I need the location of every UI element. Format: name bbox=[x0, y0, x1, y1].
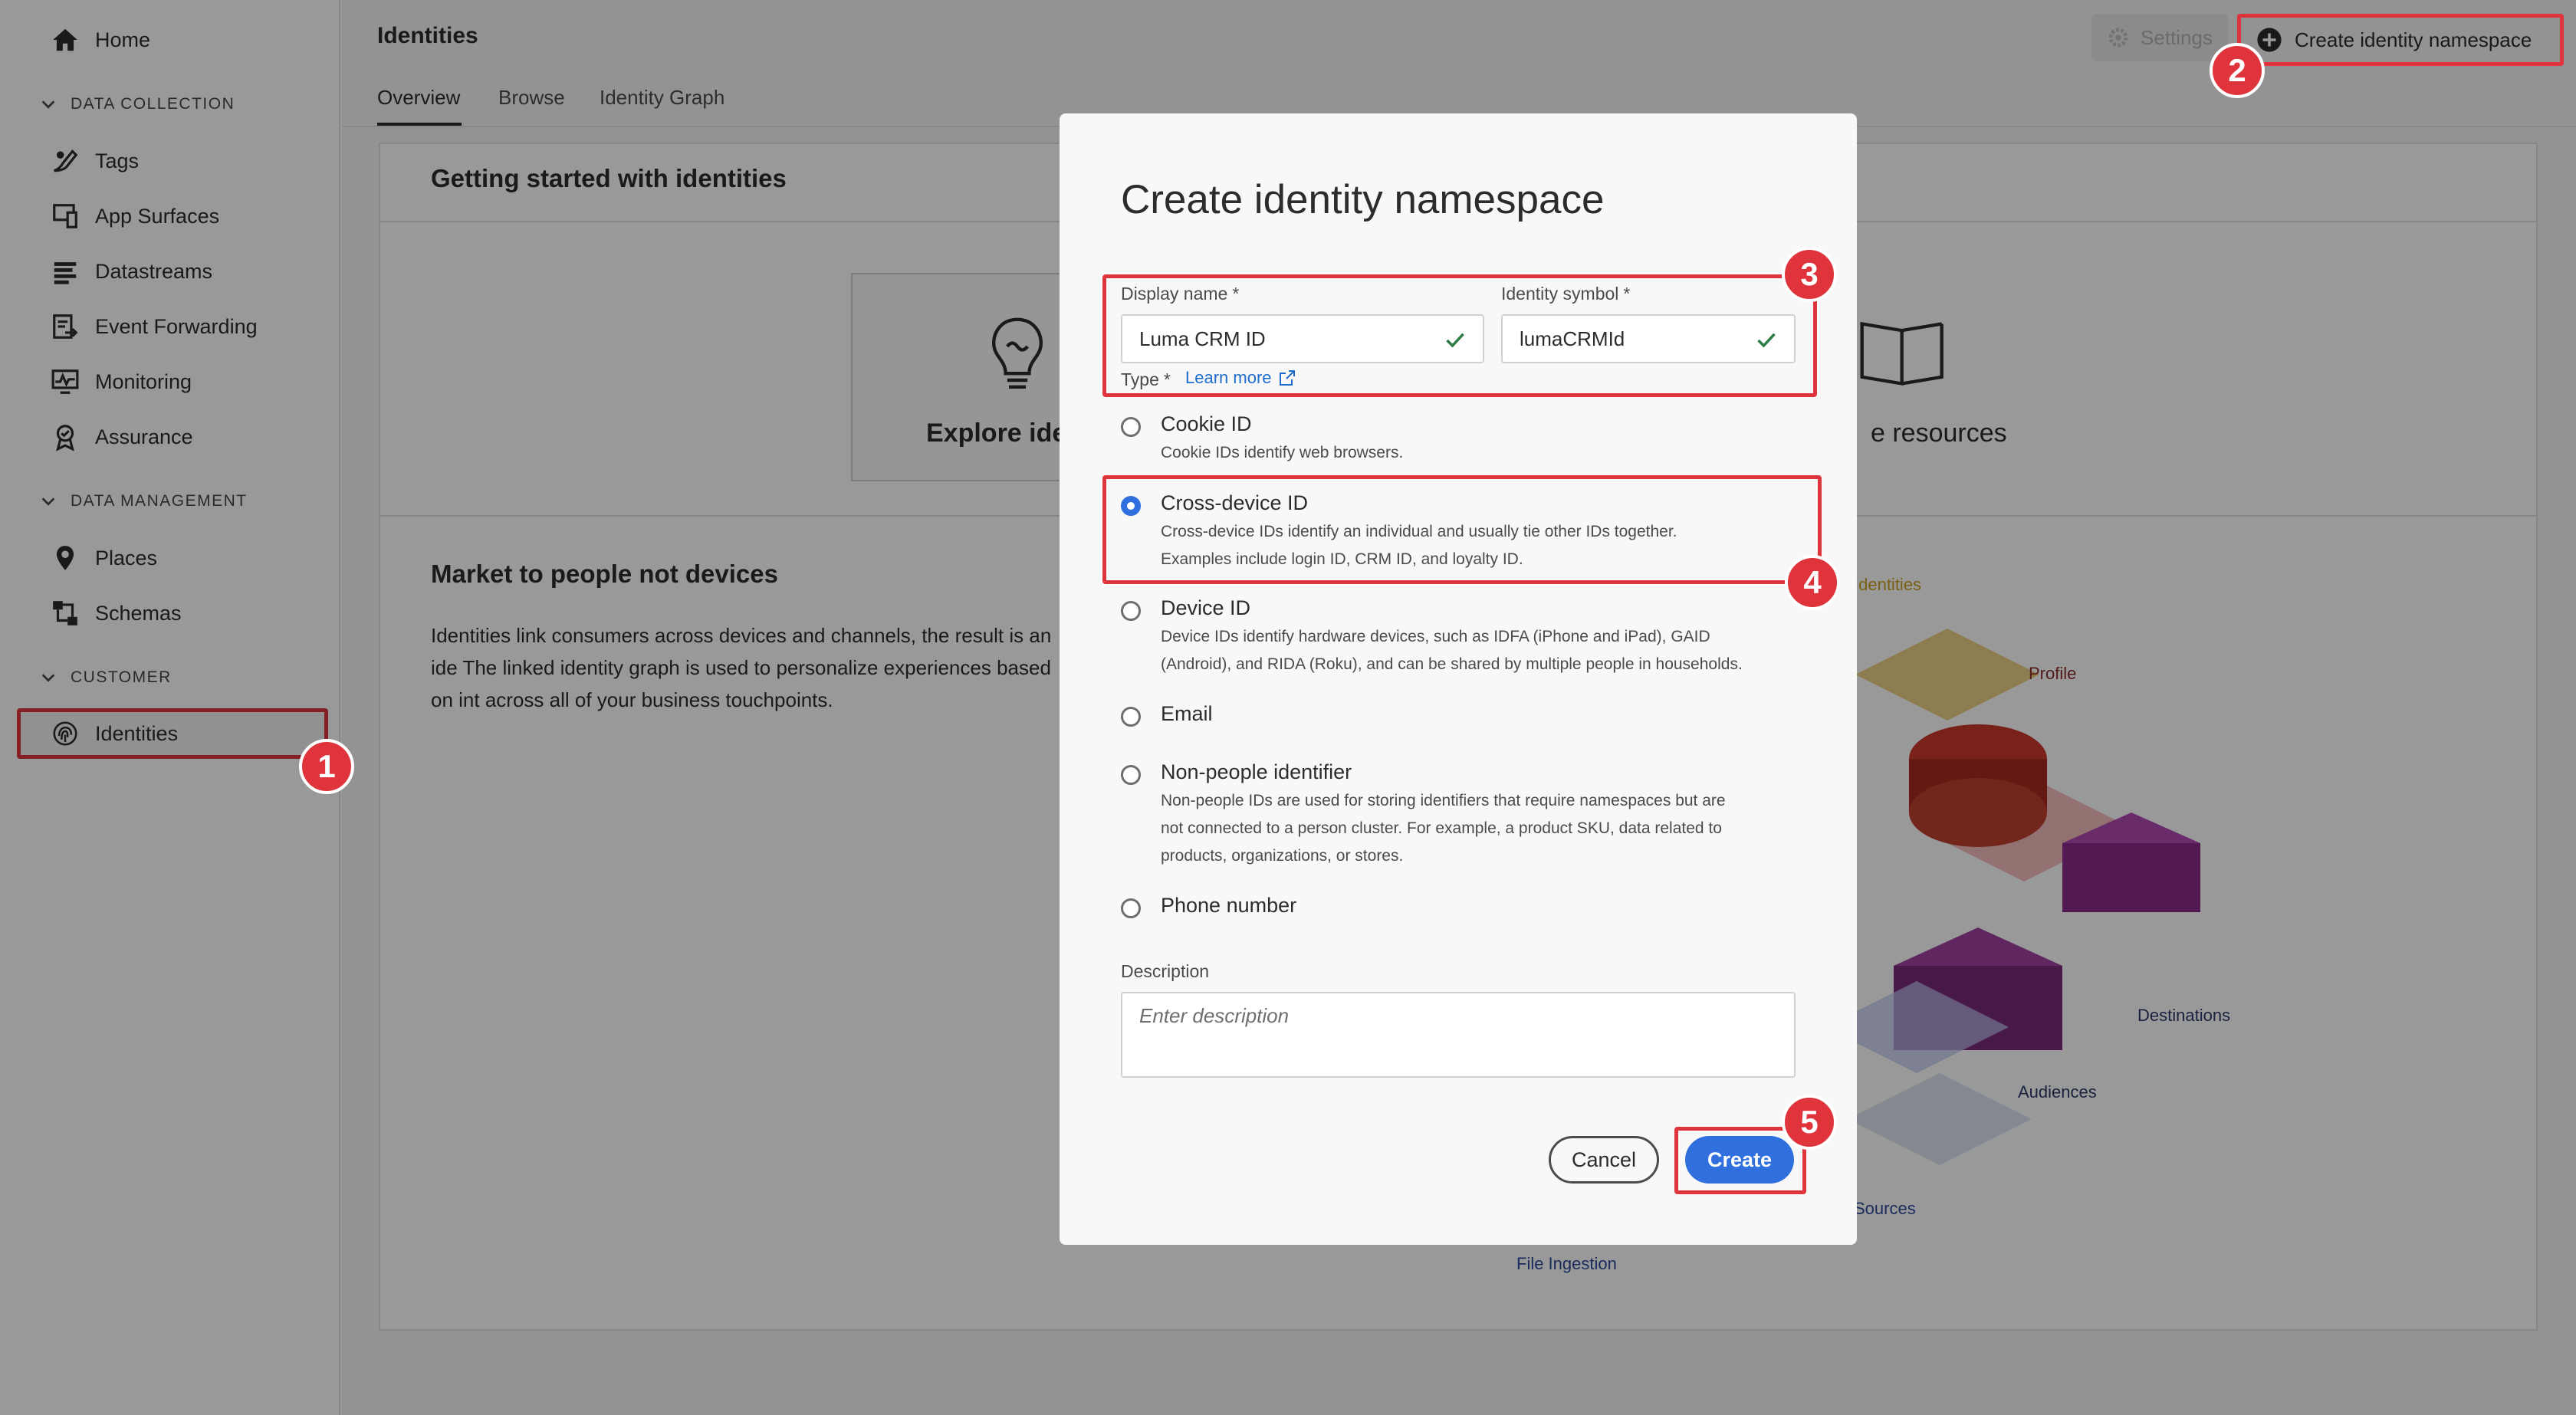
radio-label: Phone number bbox=[1161, 894, 1297, 917]
dialog-title: Create identity namespace bbox=[1121, 177, 1605, 222]
radio-non-people-identifier[interactable]: Non-people identifier Non-people IDs are… bbox=[1121, 760, 1726, 870]
callout-badge-5: 5 bbox=[1782, 1095, 1837, 1150]
radio-cookie-id[interactable]: Cookie ID Cookie IDs identify web browser… bbox=[1121, 412, 1403, 467]
callout-box-fields bbox=[1102, 274, 1817, 397]
radio-email[interactable]: Email bbox=[1121, 702, 1213, 727]
cancel-button[interactable]: Cancel bbox=[1549, 1136, 1659, 1184]
callout-box-cross-device bbox=[1102, 475, 1822, 584]
callout-badge-1: 1 bbox=[299, 739, 354, 794]
radio-button[interactable] bbox=[1121, 417, 1141, 437]
radio-label: Cookie ID bbox=[1161, 412, 1252, 435]
radio-label: Device ID bbox=[1161, 596, 1251, 619]
radio-button[interactable] bbox=[1121, 898, 1141, 918]
callout-badge-4: 4 bbox=[1785, 555, 1840, 610]
radio-device-id[interactable]: Device ID Device IDs identify hardware d… bbox=[1121, 596, 1743, 678]
radio-description: Cookie IDs identify web browsers. bbox=[1161, 444, 1404, 461]
description-label: Description bbox=[1121, 961, 1210, 981]
radio-button[interactable] bbox=[1121, 601, 1141, 621]
callout-badge-3: 3 bbox=[1782, 247, 1837, 302]
radio-label: Email bbox=[1161, 702, 1213, 725]
radio-phone-number[interactable]: Phone number bbox=[1121, 894, 1296, 918]
radio-button[interactable] bbox=[1121, 707, 1141, 727]
callout-box-create-namespace bbox=[2237, 14, 2564, 66]
callout-badge-2: 2 bbox=[2210, 43, 2265, 98]
radio-description: Non-people IDs are used for storing iden… bbox=[1161, 792, 1726, 865]
radio-label: Non-people identifier bbox=[1161, 760, 1352, 783]
description-textarea[interactable]: Enter description bbox=[1121, 992, 1796, 1078]
radio-description: Device IDs identify hardware devices, su… bbox=[1161, 628, 1743, 673]
radio-button[interactable] bbox=[1121, 765, 1141, 785]
